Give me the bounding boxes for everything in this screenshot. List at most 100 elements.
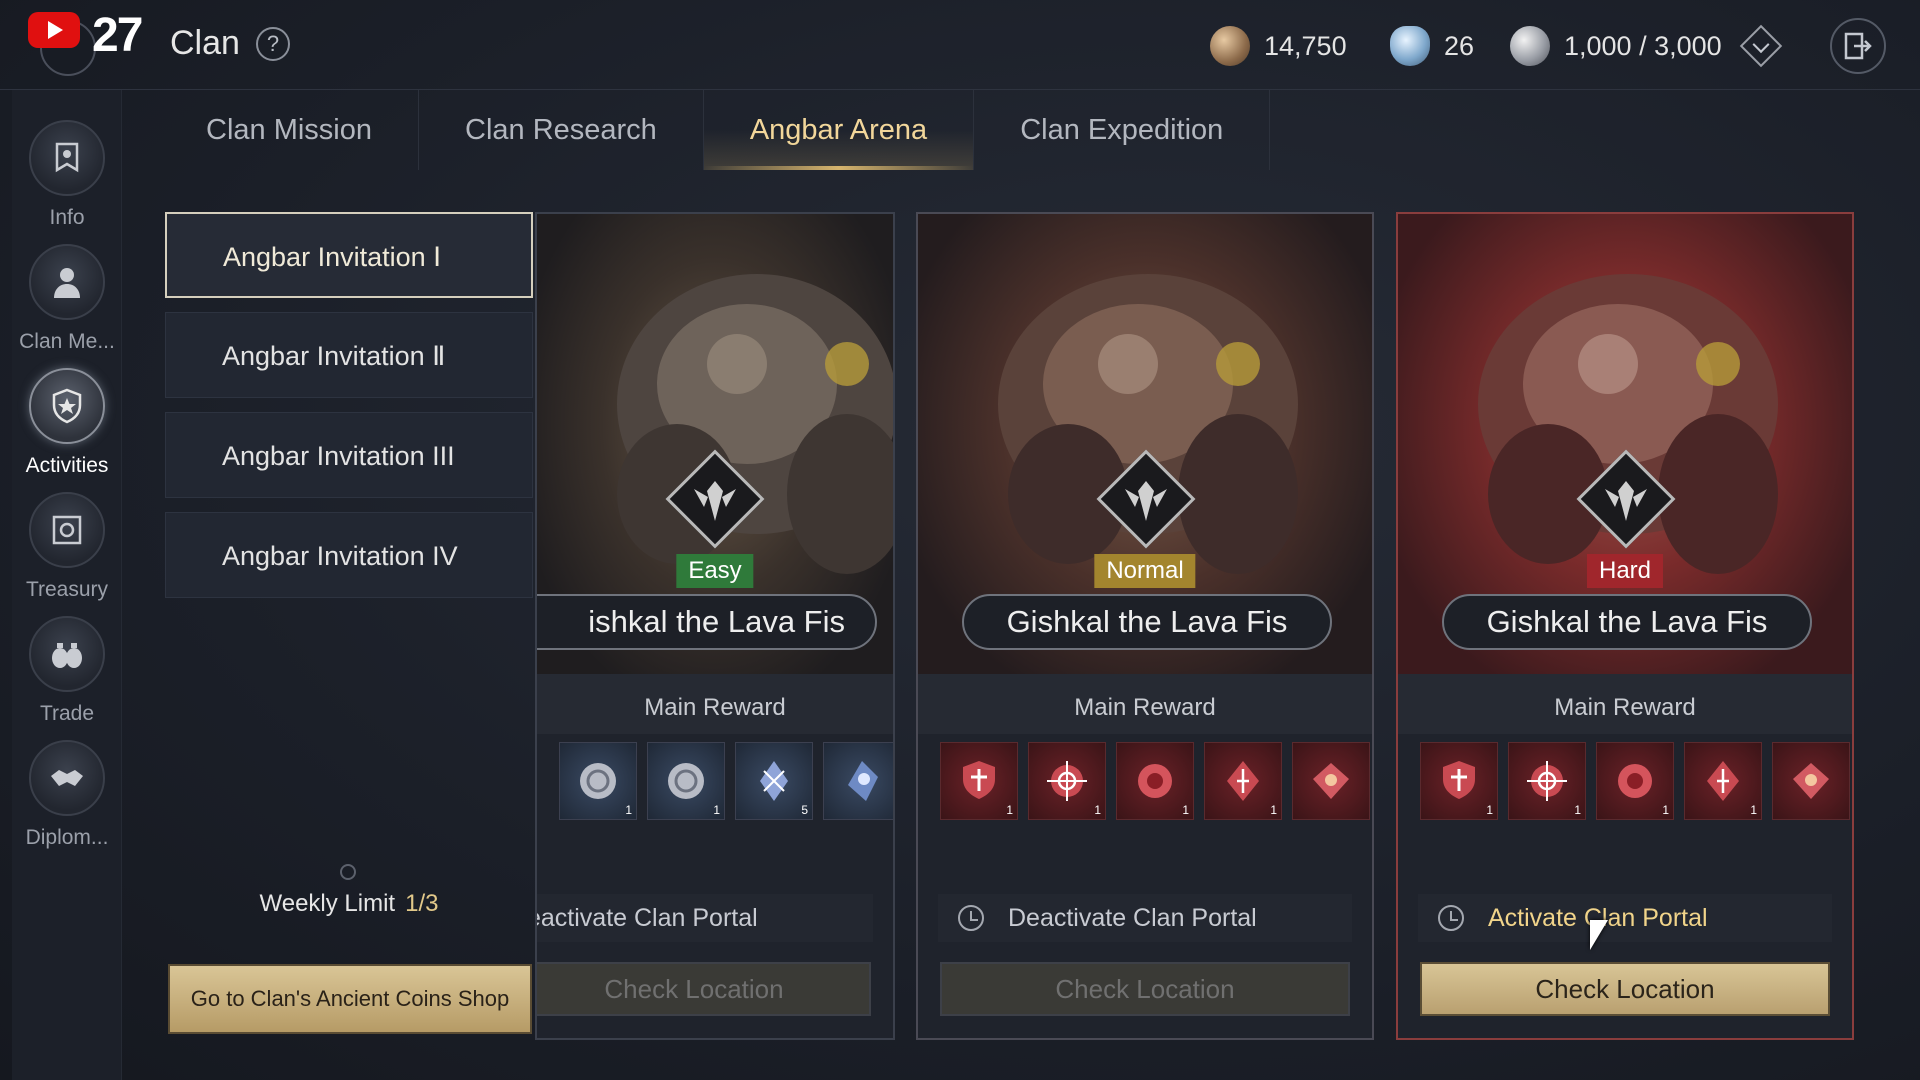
sidebar-item-diplomacy[interactable]: Diplom... — [12, 740, 122, 850]
vault-icon — [29, 492, 105, 568]
exit-icon — [1844, 32, 1872, 60]
boss-name: Gishkal the Lava Fis — [1442, 594, 1812, 650]
ancient-coins-shop-button[interactable]: Go to Clan's Ancient Coins Shop — [168, 964, 532, 1034]
sidebar-item-label: Activities — [25, 454, 109, 477]
reward-item[interactable]: 1 — [1116, 742, 1194, 820]
portal-status: eactivate Clan Portal — [535, 894, 873, 942]
reward-qty: 1 — [1270, 803, 1277, 817]
tab-clan-expedition[interactable]: Clan Expedition — [974, 90, 1271, 170]
reward-qty: 1 — [1182, 803, 1189, 817]
reward-item[interactable]: 5 — [735, 742, 813, 820]
reward-item[interactable]: 1 — [1508, 742, 1586, 820]
reward-item[interactable] — [1772, 742, 1850, 820]
currency-diamond-value: 26 — [1444, 30, 1475, 61]
help-icon[interactable]: ? — [256, 27, 290, 61]
reward-item[interactable]: 1 — [1028, 742, 1106, 820]
sidebar-item-label: Clan Me... — [19, 330, 115, 353]
diamond-emblem-icon — [1227, 761, 1259, 801]
rose-emblem-icon — [1618, 764, 1652, 798]
difficulty-badge: Easy — [676, 554, 754, 588]
silver-orb-icon — [668, 763, 704, 799]
currency-bronze-value: 14,750 — [1264, 30, 1347, 61]
sidebar-item-clan-members[interactable]: Clan Me... — [12, 244, 122, 354]
portal-status-text: Deactivate Clan Portal — [1008, 903, 1257, 932]
reward-qty: 1 — [1094, 803, 1101, 817]
reward-item[interactable]: 1 — [940, 742, 1018, 820]
main-reward-label: Main Reward — [644, 694, 786, 721]
reward-qty: 1 — [1750, 803, 1757, 817]
invitation-item-2[interactable]: Angbar Invitation Ⅱ — [165, 312, 533, 398]
reward-list: 1 1 5 — [559, 742, 893, 820]
reward-item[interactable]: 1 — [1420, 742, 1498, 820]
check-location-button[interactable]: Check Location — [537, 962, 871, 1016]
shield-emblem-icon — [1443, 761, 1475, 799]
silver-orb-icon — [580, 763, 616, 799]
boss-card-hard[interactable]: Hard Gishkal the Lava Fis Main Reward 1 … — [1396, 212, 1854, 1040]
diamond-emblem-icon — [1707, 761, 1739, 801]
shield-star-icon — [29, 368, 105, 444]
bronze-coin-icon — [1210, 26, 1250, 66]
person-icon — [29, 244, 105, 320]
boss-card-easy[interactable]: Easy ishkal the Lava Fis Main Reward 1 1… — [535, 212, 895, 1040]
clock-icon — [1438, 905, 1464, 931]
portal-status-text: eactivate Clan Portal — [535, 903, 758, 932]
sidebar-item-label: Info — [49, 206, 85, 229]
sidebar: Info Clan Me... Activities Treasury Trad… — [12, 90, 122, 1080]
reward-qty: 1 — [1486, 803, 1493, 817]
clock-icon — [958, 905, 984, 931]
youtube-icon — [28, 12, 80, 48]
check-location-button[interactable]: Check Location — [1420, 962, 1830, 1016]
invitation-item-4[interactable]: Angbar Invitation IV — [165, 512, 533, 598]
reward-item[interactable]: 1 — [1684, 742, 1762, 820]
silver-coin-icon — [1510, 26, 1550, 66]
banner-icon — [29, 120, 105, 196]
boss-name: Gishkal the Lava Fis — [962, 594, 1332, 650]
currency-silver: 1,000 / 3,000 — [1510, 24, 1782, 68]
sidebar-item-treasury[interactable]: Treasury — [12, 492, 122, 602]
sidebar-item-label: Diplom... — [25, 826, 109, 849]
weekly-limit-value: 1/3 — [405, 890, 439, 917]
tab-clan-research[interactable]: Clan Research — [419, 90, 704, 170]
reward-item[interactable] — [823, 742, 893, 820]
crosshair-emblem-icon — [1527, 761, 1567, 801]
shield-emblem-icon — [963, 761, 995, 799]
reward-qty: 1 — [713, 803, 720, 817]
reward-qty: 5 — [801, 803, 808, 817]
reward-item[interactable]: 1 — [1596, 742, 1674, 820]
rose-emblem-icon — [1138, 764, 1172, 798]
tab-bar: Clan Mission Clan Research Angbar Arena … — [160, 90, 1271, 170]
main-reward-label: Main Reward — [1554, 694, 1696, 721]
reward-qty: 1 — [1006, 803, 1013, 817]
exit-button[interactable] — [1830, 18, 1886, 74]
reward-item[interactable] — [1292, 742, 1370, 820]
currency-silver-value: 1,000 / 3,000 — [1564, 30, 1722, 61]
demon-skull-icon — [1605, 481, 1647, 521]
reward-item[interactable]: 1 — [559, 742, 637, 820]
reward-item[interactable]: 1 — [647, 742, 725, 820]
diamond-icon — [1390, 26, 1430, 66]
boss-card-normal[interactable]: Normal Gishkal the Lava Fis Main Reward … — [916, 212, 1374, 1040]
sidebar-item-activities[interactable]: Activities — [12, 368, 122, 478]
sidebar-item-trade[interactable]: Trade — [12, 616, 122, 726]
demon-skull-icon — [694, 481, 736, 521]
invitation-item-3[interactable]: Angbar Invitation III — [165, 412, 533, 498]
sidebar-item-label: Trade — [39, 702, 95, 725]
page-title: Clan — [170, 24, 240, 62]
sidebar-item-label: Treasury — [25, 578, 109, 601]
sidebar-item-info[interactable]: Info — [12, 120, 122, 230]
blue-crystal-icon — [848, 761, 878, 801]
check-location-button[interactable]: Check Location — [940, 962, 1350, 1016]
tab-angbar-arena[interactable]: Angbar Arena — [703, 90, 975, 170]
reward-list: 1 1 1 1 — [1420, 742, 1850, 820]
tab-clan-mission[interactable]: Clan Mission — [160, 90, 419, 170]
invitation-item-1[interactable]: Angbar Invitation Ⅰ — [165, 212, 533, 298]
reward-item[interactable]: 1 — [1204, 742, 1282, 820]
portal-status: Deactivate Clan Portal — [938, 894, 1352, 942]
ornament-divider — [318, 862, 378, 882]
crosshair-emblem-icon — [1047, 761, 1087, 801]
reward-qty: 1 — [625, 803, 632, 817]
top-bar: 27 Clan ? 14,750 26 1,000 / 3,000 — [0, 0, 1920, 90]
reward-qty: 1 — [1574, 803, 1581, 817]
mouse-cursor-icon — [1590, 920, 1608, 950]
expand-currency-icon[interactable] — [1739, 24, 1782, 68]
